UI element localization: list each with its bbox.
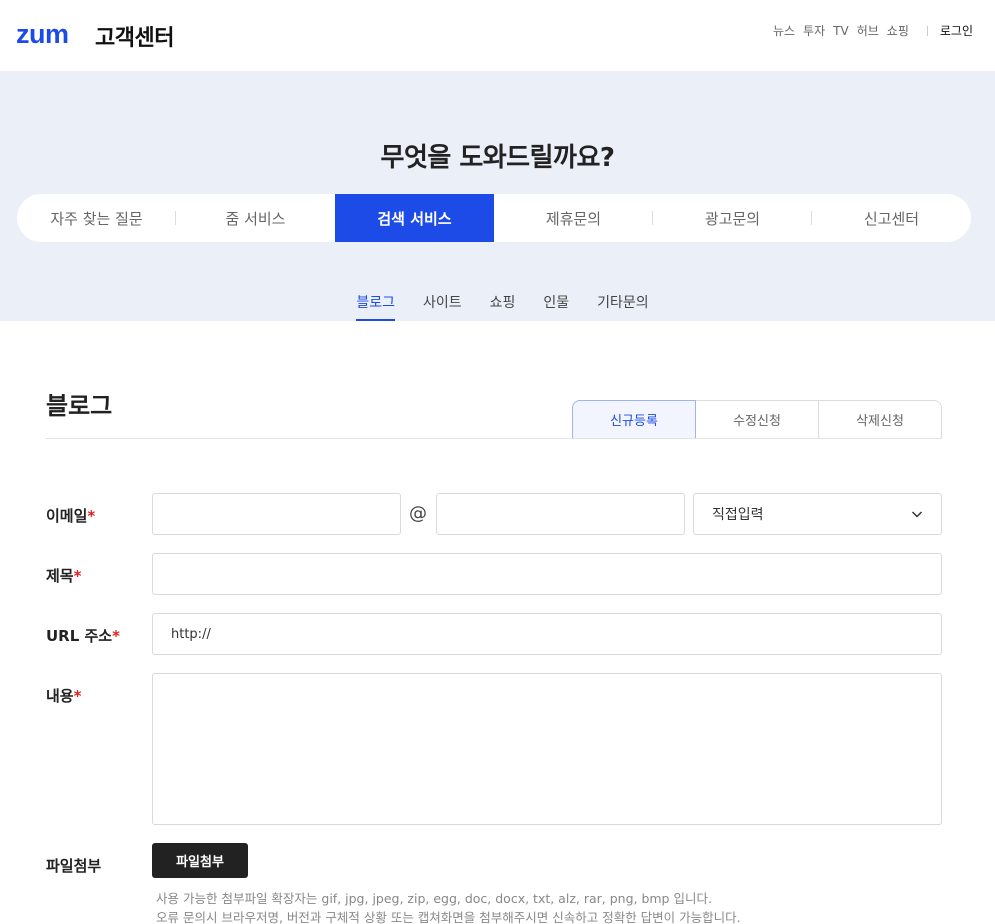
nav-news[interactable]: 뉴스 [773, 22, 795, 39]
email-label-text: 이메일 [46, 507, 88, 525]
required-mark: * [87, 507, 96, 525]
category-tabs: 자주 찾는 질문 줌 서비스 검색 서비스 제휴문의 광고문의 신고센터 [17, 194, 971, 242]
login-link[interactable]: 로그인 [940, 22, 973, 39]
content-textarea[interactable] [152, 673, 942, 825]
url-label: URL 주소* [46, 625, 120, 646]
tab-zum-service[interactable]: 줌 서비스 [176, 194, 335, 242]
attach-file-button[interactable]: 파일첨부 [152, 843, 248, 878]
subject-input[interactable] [152, 553, 942, 595]
required-mark: * [73, 687, 82, 705]
nav-divider [926, 25, 928, 36]
email-local-input[interactable] [152, 493, 401, 535]
section-title: 블로그 [46, 392, 113, 420]
tab-report-center[interactable]: 신고센터 [812, 194, 971, 242]
tab-search-service[interactable]: 검색 서비스 [335, 194, 494, 242]
subtab-other[interactable]: 기타문의 [597, 292, 649, 320]
tab-advertising-label: 광고문의 [704, 209, 761, 228]
content-label: 내용* [46, 685, 81, 706]
nav-hub[interactable]: 허브 [857, 22, 879, 39]
note-allowed-extensions: 사용 가능한 첨부파일 확장자는 gif, jpg, jpeg, zip, eg… [156, 891, 712, 906]
nav-shopping[interactable]: 쇼핑 [887, 22, 909, 39]
required-mark: * [112, 627, 120, 645]
url-label-text: URL 주소 [46, 627, 113, 645]
tab-faq[interactable]: 자주 찾는 질문 [17, 194, 176, 242]
site-title[interactable]: 고객센터 [95, 20, 174, 52]
attachment-notes: 사용 가능한 첨부파일 확장자는 gif, jpg, jpeg, zip, eg… [156, 889, 741, 924]
note-error-guide: 오류 문의시 브라우저명, 버전과 구체적 상황 또는 캡쳐화면을 첨부해주시면… [156, 910, 741, 924]
nav-invest[interactable]: 투자 [803, 22, 825, 39]
tab-edit-request[interactable]: 수정신청 [696, 400, 819, 439]
subtab-person[interactable]: 인물 [543, 292, 569, 320]
chevron-down-icon [911, 511, 923, 518]
hero-banner: 무엇을 도와드릴까요? 자주 찾는 질문 줌 서비스 검색 서비스 제휴문의 광… [0, 71, 995, 321]
sub-tabs: 블로그 사이트 쇼핑 인물 기타문의 [0, 292, 995, 321]
tab-advertising[interactable]: 광고문의 [653, 194, 812, 242]
subject-label-text: 제목 [46, 567, 74, 585]
request-type-tabs: 신규등록 수정신청 삭제신청 [572, 400, 942, 439]
email-domain-select[interactable]: 직접입력 [693, 493, 942, 535]
tab-search-service-label: 검색 서비스 [377, 209, 452, 228]
tab-delete-request[interactable]: 삭제신청 [819, 400, 942, 439]
zum-logo[interactable]: zum [16, 19, 69, 50]
header: zum 고객센터 뉴스 투자 TV 허브 쇼핑 로그인 [0, 0, 995, 71]
tab-zum-service-label: 줌 서비스 [225, 209, 286, 228]
tab-partnership-label: 제휴문의 [545, 209, 602, 228]
url-input[interactable]: http:// [152, 613, 942, 655]
tab-partnership[interactable]: 제휴문의 [494, 194, 653, 242]
at-sign: @ [409, 503, 427, 524]
nav-tv[interactable]: TV [833, 24, 849, 38]
email-label: 이메일* [46, 505, 95, 526]
subject-label: 제목* [46, 565, 81, 586]
tab-new-registration[interactable]: 신규등록 [572, 400, 696, 439]
section-divider [46, 438, 942, 439]
tab-report-center-label: 신고센터 [863, 209, 920, 228]
content-label-text: 내용 [46, 687, 74, 705]
subtab-blog[interactable]: 블로그 [356, 292, 395, 321]
email-domain-input[interactable] [436, 493, 685, 535]
required-mark: * [73, 567, 82, 585]
hero-title: 무엇을 도와드릴까요? [380, 143, 615, 173]
subtab-shopping[interactable]: 쇼핑 [490, 292, 516, 320]
attach-label: 파일첨부 [46, 857, 102, 875]
tab-faq-label: 자주 찾는 질문 [50, 209, 143, 228]
subtab-site[interactable]: 사이트 [423, 292, 462, 320]
email-domain-select-value: 직접입력 [712, 507, 764, 523]
top-nav: 뉴스 투자 TV 허브 쇼핑 로그인 [765, 22, 973, 39]
